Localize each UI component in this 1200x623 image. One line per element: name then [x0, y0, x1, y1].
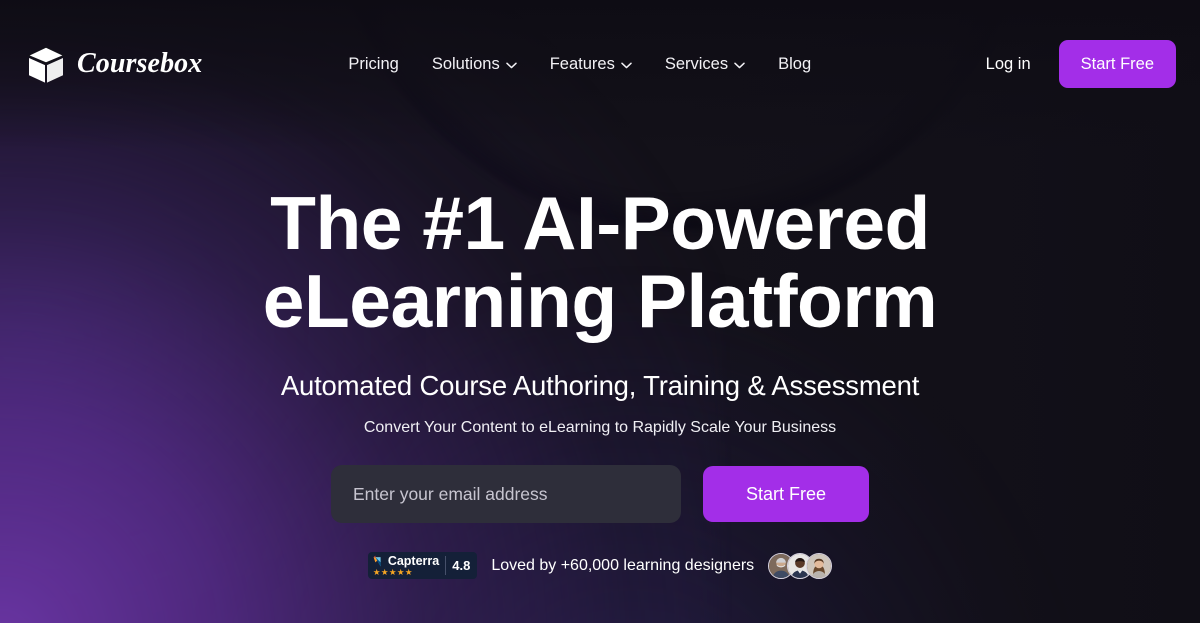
hero-section: The #1 AI-Powered eLearning Platform Aut…	[0, 128, 1200, 579]
nav-label: Blog	[778, 54, 812, 73]
nav-label: Services	[664, 54, 729, 73]
capterra-score: 4.8	[452, 558, 471, 573]
hero-description: Convert Your Content to eLearning to Rap…	[363, 419, 837, 436]
nav-label: Features	[549, 54, 615, 73]
nav-item-pricing[interactable]: Pricing	[348, 55, 398, 74]
capterra-badge[interactable]: Capterra ★★★★★ 4.8	[367, 552, 478, 579]
social-proof: Capterra ★★★★★ 4.8 Loved by +60,000 lear…	[0, 552, 1200, 579]
avatar	[806, 552, 833, 579]
nav-item-solutions[interactable]: Solutions	[432, 55, 517, 74]
email-input[interactable]	[331, 465, 681, 523]
logo[interactable]: Coursebox	[24, 42, 202, 86]
hero-subheadline: Automated Course Authoring, Training & A…	[280, 370, 920, 401]
signup-form: Start Free	[0, 465, 1200, 523]
capterra-title-row: Capterra	[373, 553, 440, 568]
logo-wordmark: Coursebox	[77, 48, 203, 79]
capterra-stars: ★★★★★	[372, 567, 413, 577]
hero-start-free-button[interactable]: Start Free	[703, 466, 869, 522]
nav-label: Solutions	[431, 54, 500, 73]
header-actions: Log in Start Free	[986, 40, 1176, 88]
page-title: The #1 AI-Powered eLearning Platform	[0, 184, 1200, 340]
capterra-label: Capterra	[387, 553, 440, 568]
chevron-down-icon	[505, 60, 517, 69]
avatar-group	[768, 552, 833, 579]
capterra-flag-icon	[373, 555, 386, 567]
capterra-divider	[445, 556, 447, 575]
nav-item-features[interactable]: Features	[550, 55, 632, 74]
login-link[interactable]: Log in	[986, 55, 1031, 74]
header-start-free-button[interactable]: Start Free	[1058, 40, 1176, 88]
nav-label: Pricing	[348, 54, 399, 73]
headline-line-1: The #1 AI-Powered	[270, 181, 930, 265]
social-proof-text: Loved by +60,000 learning designers	[491, 556, 755, 574]
nav-item-blog[interactable]: Blog	[778, 55, 811, 74]
box-cube-icon	[24, 42, 68, 86]
capterra-rating-block: Capterra ★★★★★	[372, 553, 440, 577]
chevron-down-icon	[734, 60, 745, 69]
site-header: Coursebox Pricing Solutions Features Ser…	[0, 0, 1200, 128]
chevron-down-icon	[621, 60, 632, 69]
nav-item-services[interactable]: Services	[665, 55, 745, 74]
main-navigation: Pricing Solutions Features Services Blog	[348, 55, 811, 74]
headline-line-2: eLearning Platform	[262, 259, 938, 343]
